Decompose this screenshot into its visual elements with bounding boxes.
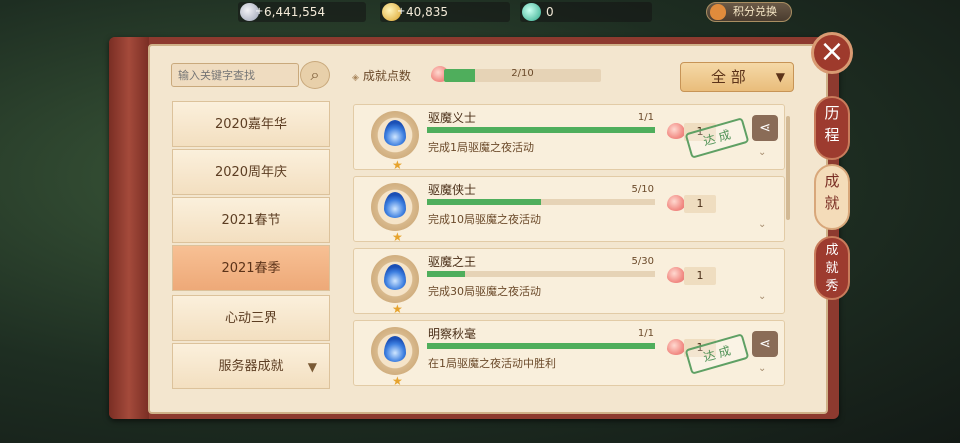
achievement-progress-fill [427, 199, 541, 205]
category-heartbeat-realms[interactable]: 心动三界 [172, 295, 330, 341]
tab-achievements-label: 成就 [824, 172, 840, 212]
tab-achievement-show-label: 成就秀 [825, 243, 839, 294]
jade-amount: 0 [546, 5, 554, 19]
silver-currency[interactable]: + 6,441,554 [238, 2, 366, 22]
achievement-desc: 完成1局驱魔之夜活动 [428, 141, 534, 154]
tab-achievements[interactable]: 成就 [814, 164, 850, 230]
points-exchange-button[interactable]: 积分兑换 [706, 2, 792, 22]
star-icon: ★ [392, 158, 403, 172]
tab-achievement-show[interactable]: 成就秀 [814, 236, 850, 300]
category-2021-spring-festival[interactable]: 2021春节 [172, 197, 330, 243]
blue-flame-icon [384, 264, 406, 290]
chevron-down-icon[interactable]: ⌄ [758, 147, 766, 158]
star-icon: ★ [392, 302, 403, 316]
achievement-progress-text: 1/1 [637, 112, 654, 123]
category-2020-carnival[interactable]: 2020嘉年华 [172, 101, 330, 147]
achievement-name: 驱魔侠士 [428, 183, 477, 197]
gold-currency[interactable]: + 40,835 [380, 2, 510, 22]
achievement-badge [371, 111, 419, 159]
jade-currency[interactable]: 0 [520, 2, 652, 22]
chevron-down-icon[interactable]: ⌄ [758, 291, 766, 302]
share-icon[interactable]: ⋖ [752, 331, 778, 357]
achievement-progress-fill [427, 343, 655, 349]
achievement-progress-bar [427, 127, 655, 133]
filter-dropdown[interactable]: 全 部 ▼ [680, 62, 794, 92]
tab-history[interactable]: 历程 [814, 96, 850, 160]
achievement-item[interactable]: ★ 驱魔义士 1/1 完成1局驱魔之夜活动 1 达 成 ⋖ ⌄ [353, 104, 785, 172]
peach-icon [667, 195, 685, 211]
achievement-item[interactable]: ★ 驱魔之王 5/30 完成30局驱魔之夜活动 1 ⌄ [353, 248, 785, 316]
list-scrollbar[interactable] [786, 116, 790, 220]
reward-count: 1 [684, 195, 716, 213]
search-icon[interactable]: ⌕ [300, 61, 330, 89]
blue-flame-icon [384, 336, 406, 362]
peach-icon [667, 267, 685, 283]
achievement-name: 驱魔之王 [428, 255, 477, 269]
category-2020-anniversary[interactable]: 2020周年庆 [172, 149, 330, 195]
peach-icon [667, 123, 685, 139]
chevron-down-icon: ▼ [775, 70, 785, 84]
silver-amount: 6,441,554 [264, 5, 326, 19]
category-server-achievements[interactable]: 服务器成就 ▼ [172, 343, 330, 389]
achievement-badge [371, 255, 419, 303]
achievement-name: 驱魔义士 [428, 111, 477, 125]
star-icon: ★ [392, 374, 403, 386]
points-progress-text: 2/10 [511, 68, 534, 79]
achievement-progress-fill [427, 271, 466, 277]
achievement-progress-bar [427, 199, 655, 205]
blue-flame-icon [384, 192, 406, 218]
peach-icon [667, 339, 685, 355]
achievement-item[interactable]: ★ 驱魔侠士 5/10 完成10局驱魔之夜活动 1 ⌄ [353, 176, 785, 244]
reward-count: 1 [684, 267, 716, 285]
tab-history-label: 历程 [824, 104, 840, 144]
achievement-desc: 在1局驱魔之夜活动中胜利 [428, 357, 556, 370]
plus-icon: + [255, 6, 264, 17]
category-server-label: 服务器成就 [218, 359, 284, 374]
gold-amount: 40,835 [406, 5, 448, 19]
share-icon[interactable]: ⋖ [752, 115, 778, 141]
category-2021-spring[interactable]: 2021春季 [172, 245, 330, 291]
achievement-progress-text: 5/30 [631, 256, 654, 267]
achievement-badge [371, 327, 419, 375]
money-bag-icon [710, 4, 726, 20]
points-label: ◈ 成就点数 [352, 69, 411, 83]
achievement-progress-bar [427, 271, 655, 277]
chevron-down-icon[interactable]: ⌄ [758, 363, 766, 374]
achievement-list[interactable]: ★ 驱魔义士 1/1 完成1局驱魔之夜活动 1 达 成 ⋖ ⌄ ★ 驱魔侠士 5… [353, 104, 785, 386]
achievement-progress-bar [427, 343, 655, 349]
close-icon[interactable]: × [811, 32, 853, 74]
achievement-badge [371, 183, 419, 231]
achievement-desc: 完成30局驱魔之夜活动 [428, 285, 541, 298]
book-spine [109, 37, 149, 419]
achievement-item[interactable]: ★ 明察秋毫 1/1 在1局驱魔之夜活动中胜利 1 达 成 ⋖ ⌄ [353, 320, 785, 386]
blue-flame-icon [384, 120, 406, 146]
achievement-desc: 完成10局驱魔之夜活动 [428, 213, 541, 226]
achievement-progress-fill [427, 127, 655, 133]
plus-icon: + [397, 6, 406, 17]
achievement-progress-text: 5/10 [631, 184, 654, 195]
search-input[interactable] [171, 63, 299, 87]
star-icon: ★ [392, 230, 403, 244]
chevron-down-icon[interactable]: ⌄ [758, 219, 766, 230]
jade-icon [522, 3, 541, 21]
achievement-progress-text: 1/1 [637, 328, 654, 339]
chevron-down-icon: ▼ [307, 360, 317, 374]
filter-label: 全 部 [711, 68, 746, 86]
points-exchange-label: 积分兑换 [733, 5, 777, 18]
achievement-name: 明察秋毫 [428, 327, 477, 341]
